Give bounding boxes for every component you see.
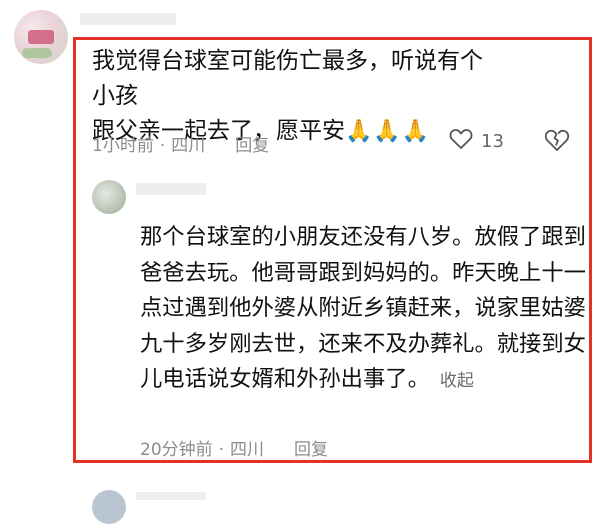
reply-button[interactable]: 回复	[235, 136, 269, 156]
avatar-blur-shape	[28, 30, 54, 44]
avatar-blur-shape	[22, 48, 52, 58]
commenter-avatar[interactable]	[14, 10, 68, 64]
reply-text-body: 那个台球室的小朋友还没有八岁。放假了跟到爸爸去玩。他哥哥跟到妈妈的。昨天晚上十一…	[140, 224, 586, 392]
reply-text: 那个台球室的小朋友还没有八岁。放假了跟到爸爸去玩。他哥哥跟到妈妈的。昨天晚上十一…	[140, 220, 592, 400]
heart-outline-icon[interactable]	[449, 128, 473, 150]
comment-line-1: 我觉得台球室可能伤亡最多，听说有个小孩	[92, 48, 483, 109]
next-commenter-avatar[interactable]	[92, 490, 126, 524]
comment-meta: 1小时前 · 四川 回复	[92, 131, 269, 156]
broken-heart-icon[interactable]	[544, 128, 570, 152]
reply-location: 四川	[230, 440, 265, 460]
replier-avatar[interactable]	[92, 180, 126, 214]
next-commenter-name-redacted	[136, 492, 206, 500]
comment-location: 四川	[171, 136, 206, 156]
reply-meta: 20分钟前 · 四川 回复	[140, 435, 328, 460]
collapse-link[interactable]: 收起	[440, 371, 474, 391]
separator-dot: ·	[218, 440, 225, 460]
like-count: 13	[481, 131, 504, 152]
pray-emoji: 🙏🙏🙏	[345, 119, 431, 144]
replier-name-redacted	[136, 183, 206, 195]
comment-time: 1小时前	[92, 136, 154, 156]
separator-dot: ·	[159, 136, 166, 156]
commenter-name-redacted	[80, 13, 176, 25]
reply-time: 20分钟前	[140, 440, 213, 460]
reply-button[interactable]: 回复	[294, 440, 328, 460]
